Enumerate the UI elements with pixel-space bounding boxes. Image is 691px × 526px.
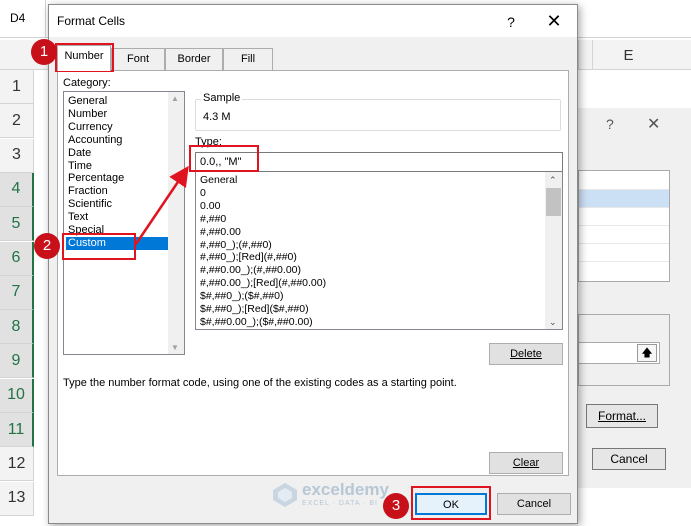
highlight-custom-category [62,233,136,260]
tab-font[interactable]: Font [111,48,165,70]
scroll-up-icon[interactable]: ⌃ [549,175,557,186]
row-header[interactable]: 13 [0,481,34,516]
row-header[interactable]: 1 [0,70,34,104]
delete-button[interactable]: Delete [489,343,563,365]
watermark-tagline: EXCEL · DATA · BI [302,500,378,507]
type-list-item[interactable]: #,##0_);(#,##0) [200,239,272,251]
highlight-type-input [189,145,259,172]
type-list[interactable]: General 0 0.00 #,##0 #,##0.00 #,##0_);(#,##0)… [195,172,563,330]
clear-label: Clear [512,457,540,469]
format-description: Type the number format code, using one o… [63,377,457,389]
bg-format-button[interactable]: Format... [586,404,658,428]
row-header[interactable]: 2 [0,104,34,139]
highlight-ok-button [411,486,491,520]
bg-close-button[interactable]: ✕ [647,114,660,134]
sample-group: Sample 4.3 M [195,91,563,135]
type-list-item[interactable]: General [200,174,237,186]
category-item[interactable]: Scientific [68,198,112,211]
row-header[interactable]: 11 [0,413,34,447]
step-badge-3: 3 [383,493,409,519]
category-item[interactable]: Currency [68,121,113,134]
sample-box [195,99,561,131]
row-header[interactable]: 9 [0,344,34,379]
category-item[interactable]: Time [68,160,92,173]
dialog-title: Format Cells [57,14,126,28]
bg-cancel-button[interactable]: Cancel [592,448,666,470]
format-cells-dialog: Format Cells ? ✕ Number Font Border Fill… [48,4,578,524]
sample-label: Sample [201,92,243,104]
tab-number[interactable]: Number [57,45,111,71]
type-list-item[interactable]: #,##0_);[Red](#,##0) [200,251,297,263]
watermark: exceldemy [302,480,389,499]
category-item[interactable]: General [68,95,107,108]
type-list-item[interactable]: $#,##0_);($#,##0) [200,290,283,302]
category-scrollbar[interactable]: ▲ ▼ [168,92,184,354]
bg-list-row[interactable] [579,244,669,262]
category-label: Category: [63,77,111,89]
type-list-item[interactable]: #,##0.00 [200,226,241,238]
sample-value: 4.3 M [203,111,231,123]
bg-help-button[interactable]: ? [606,116,614,132]
help-icon[interactable]: ? [497,11,525,33]
bg-list-row[interactable] [579,172,669,190]
name-box[interactable]: D4 [0,0,46,38]
tab-border[interactable]: Border [165,48,223,70]
bg-list-row[interactable] [579,190,669,208]
background-dialog [576,108,691,488]
type-list-item[interactable]: 0.00 [200,200,220,212]
bg-list-row[interactable] [579,226,669,244]
column-header-d[interactable] [578,40,592,70]
step-badge-1: 1 [31,39,57,65]
category-item[interactable]: Percentage [68,172,124,185]
bg-list-row[interactable] [579,208,669,226]
type-list-item[interactable]: #,##0.00_);[Red](#,##0.00) [200,277,326,289]
row-header[interactable]: 6 [0,241,34,276]
exceldemy-logo-icon [273,483,297,507]
row-header[interactable]: 10 [0,378,34,413]
tab-fill[interactable]: Fill [223,48,273,70]
column-header-e[interactable]: E [592,40,664,70]
category-item[interactable]: Accounting [68,134,122,147]
delete-label: Delete [510,348,542,360]
bg-format-label: Format... [597,409,646,423]
type-list-item[interactable]: 0 [200,187,206,199]
category-item[interactable]: Number [68,108,107,121]
type-list-item[interactable]: #,##0.00_);(#,##0.00) [200,264,301,276]
close-icon[interactable]: ✕ [539,10,569,32]
scroll-up-icon[interactable]: ▲ [171,94,179,103]
row-header[interactable]: 4 [0,172,34,207]
scrollbar-thumb[interactable] [546,188,561,216]
scroll-down-icon[interactable]: ⌄ [549,317,557,328]
scroll-down-icon[interactable]: ▼ [171,343,179,352]
row-header[interactable]: 5 [0,207,34,242]
row-header[interactable]: 12 [0,447,34,482]
category-item[interactable]: Date [68,147,91,160]
category-list[interactable]: General Number Currency Accounting Date Time P… [63,91,185,355]
type-list-item[interactable]: $#,##0.00_);($#,##0.00) [200,316,313,328]
collapse-dialog-icon[interactable]: 🡅 [637,344,657,362]
row-header[interactable]: 7 [0,275,34,310]
cancel-button[interactable]: Cancel [497,493,571,515]
category-item[interactable]: Text [68,211,88,224]
dialog-titlebar: Format Cells ? ✕ [49,5,577,37]
step-badge-2: 2 [34,233,60,259]
row-header[interactable]: 3 [0,138,34,173]
type-list-item[interactable]: $#,##0_);[Red]($#,##0) [200,303,309,315]
category-item[interactable]: Fraction [68,185,108,198]
clear-button[interactable]: Clear [489,452,563,474]
type-scrollbar[interactable]: ⌃ ⌄ [545,172,562,329]
row-header[interactable]: 8 [0,310,34,345]
type-list-item[interactable]: #,##0 [200,213,226,225]
